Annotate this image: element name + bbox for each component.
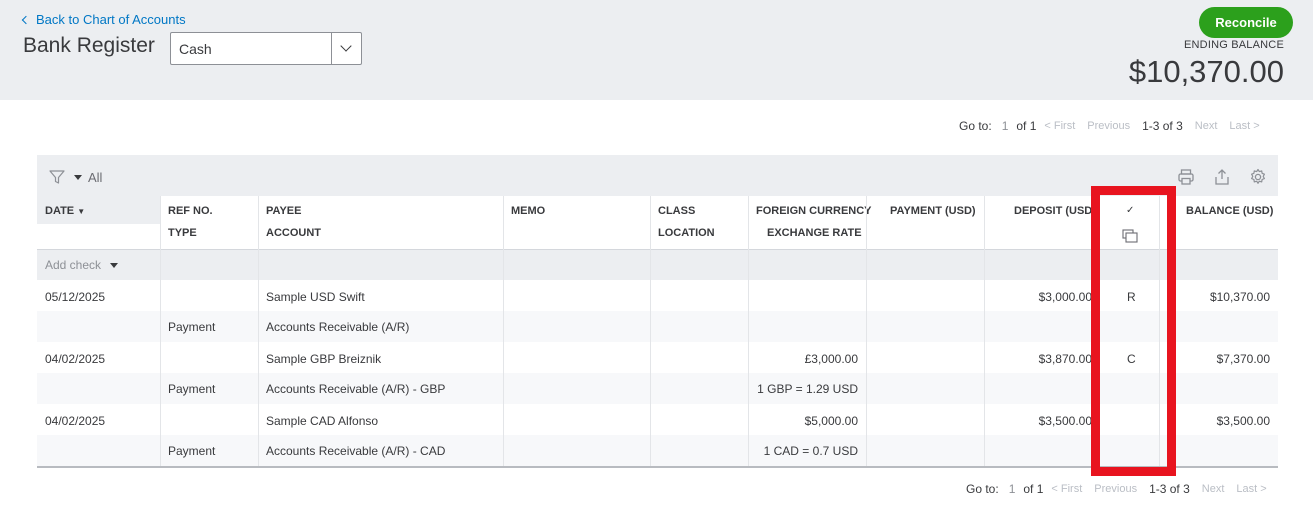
column-deposit: DEPOSIT (USD)	[1014, 205, 1096, 217]
cell-date: 04/02/2025	[45, 414, 106, 428]
column-date-label: DATE	[45, 205, 75, 217]
goto-page-input[interactable]: 1	[1002, 119, 1009, 133]
column-divider	[866, 196, 867, 466]
previous-page-link[interactable]: Previous	[1087, 120, 1130, 132]
column-divider	[160, 196, 161, 466]
sort-caret-icon: ▼	[77, 207, 86, 216]
funnel-icon[interactable]	[49, 169, 65, 185]
cell-foreign-amount: $5,000.00	[804, 414, 858, 428]
last-page-link[interactable]: Last >	[1229, 120, 1259, 132]
add-check-label[interactable]: Add check	[45, 258, 101, 272]
cell-exchange-rate: 1 CAD = 0.7 USD	[763, 444, 858, 458]
gear-icon[interactable]	[1249, 168, 1267, 186]
cell-account: Accounts Receivable (A/R)	[266, 320, 410, 334]
page-range: 1-3 of 3	[1149, 482, 1190, 496]
column-account: ACCOUNT	[266, 227, 321, 239]
cell-deposit: $3,870.00	[1038, 352, 1092, 366]
page-count: of 1	[1023, 482, 1044, 496]
column-foreign-currency: FOREIGN CURRENCY	[756, 205, 872, 217]
column-divider	[984, 196, 985, 466]
next-page-link[interactable]: Next	[1195, 120, 1218, 132]
goto-page-input[interactable]: 1	[1009, 482, 1016, 496]
print-icon[interactable]	[1177, 168, 1195, 186]
cell-payee: Sample USD Swift	[266, 290, 365, 304]
column-divider	[650, 196, 651, 466]
cell-payee: Sample GBP Breiznik	[266, 352, 382, 366]
column-location: LOCATION	[658, 227, 715, 239]
goto-label: Go to:	[959, 119, 992, 133]
column-date[interactable]: DATE ▼	[45, 205, 85, 217]
cell-type: Payment	[168, 444, 216, 458]
annotation-highlight-box	[1091, 186, 1176, 476]
cell-type: Payment	[168, 320, 216, 334]
back-to-chart-of-accounts-link[interactable]: Back to Chart of Accounts	[21, 12, 186, 27]
column-ref-no: REF NO.	[168, 205, 213, 217]
export-icon[interactable]	[1213, 168, 1231, 186]
column-memo: MEMO	[511, 205, 546, 217]
cell-type: Payment	[168, 382, 216, 396]
cell-exchange-rate: 1 GBP = 1.29 USD	[757, 382, 858, 396]
column-class: CLASS	[658, 205, 696, 217]
reconcile-button[interactable]: Reconcile	[1199, 7, 1293, 38]
ending-balance-label: ENDING BALANCE	[1184, 39, 1284, 51]
caret-down-icon[interactable]	[110, 263, 118, 268]
cell-balance: $7,370.00	[1216, 352, 1270, 366]
cell-account: Accounts Receivable (A/R) - CAD	[266, 444, 446, 458]
first-page-link[interactable]: < First	[1051, 483, 1082, 495]
chevron-down-icon	[340, 40, 352, 52]
previous-page-link[interactable]: Previous	[1094, 483, 1137, 495]
cell-deposit: $3,500.00	[1038, 414, 1092, 428]
column-divider	[748, 196, 749, 466]
cell-payee: Sample CAD Alfonso	[266, 414, 379, 428]
back-link-label: Back to Chart of Accounts	[36, 12, 186, 27]
chevron-left-icon	[21, 15, 31, 25]
ending-balance-value: $10,370.00	[1128, 54, 1284, 89]
last-page-link[interactable]: Last >	[1236, 483, 1266, 495]
cell-date: 04/02/2025	[45, 352, 106, 366]
filter-value[interactable]: All	[88, 170, 102, 185]
cell-balance: $3,500.00	[1216, 414, 1270, 428]
caret-down-icon[interactable]	[74, 175, 82, 180]
cell-balance: $10,370.00	[1209, 290, 1270, 304]
next-page-link[interactable]: Next	[1202, 483, 1225, 495]
first-page-link[interactable]: < First	[1044, 120, 1075, 132]
cell-account: Accounts Receivable (A/R) - GBP	[266, 382, 446, 396]
column-divider	[258, 196, 259, 466]
cell-deposit: $3,000.00	[1038, 290, 1092, 304]
page-range: 1-3 of 3	[1142, 119, 1183, 133]
column-payment: PAYMENT (USD)	[890, 205, 976, 217]
column-type: TYPE	[168, 227, 197, 239]
column-payee: PAYEE	[266, 205, 302, 217]
account-select-value: Cash	[179, 41, 212, 57]
goto-label: Go to:	[966, 482, 999, 496]
account-select[interactable]: Cash	[170, 32, 362, 65]
pager-bottom: Go to: 1 of 1 < First Previous 1-3 of 3 …	[966, 482, 1279, 496]
page-count: of 1	[1016, 119, 1037, 133]
page-title: Bank Register	[23, 34, 155, 57]
column-balance: BALANCE (USD)	[1186, 205, 1274, 217]
cell-foreign-amount: £3,000.00	[804, 352, 858, 366]
account-select-toggle[interactable]	[331, 33, 361, 64]
cell-date: 05/12/2025	[45, 290, 106, 304]
pager-top: Go to: 1 of 1 < First Previous 1-3 of 3 …	[959, 119, 1272, 133]
column-divider	[503, 196, 504, 466]
column-exchange-rate: EXCHANGE RATE	[767, 227, 862, 239]
